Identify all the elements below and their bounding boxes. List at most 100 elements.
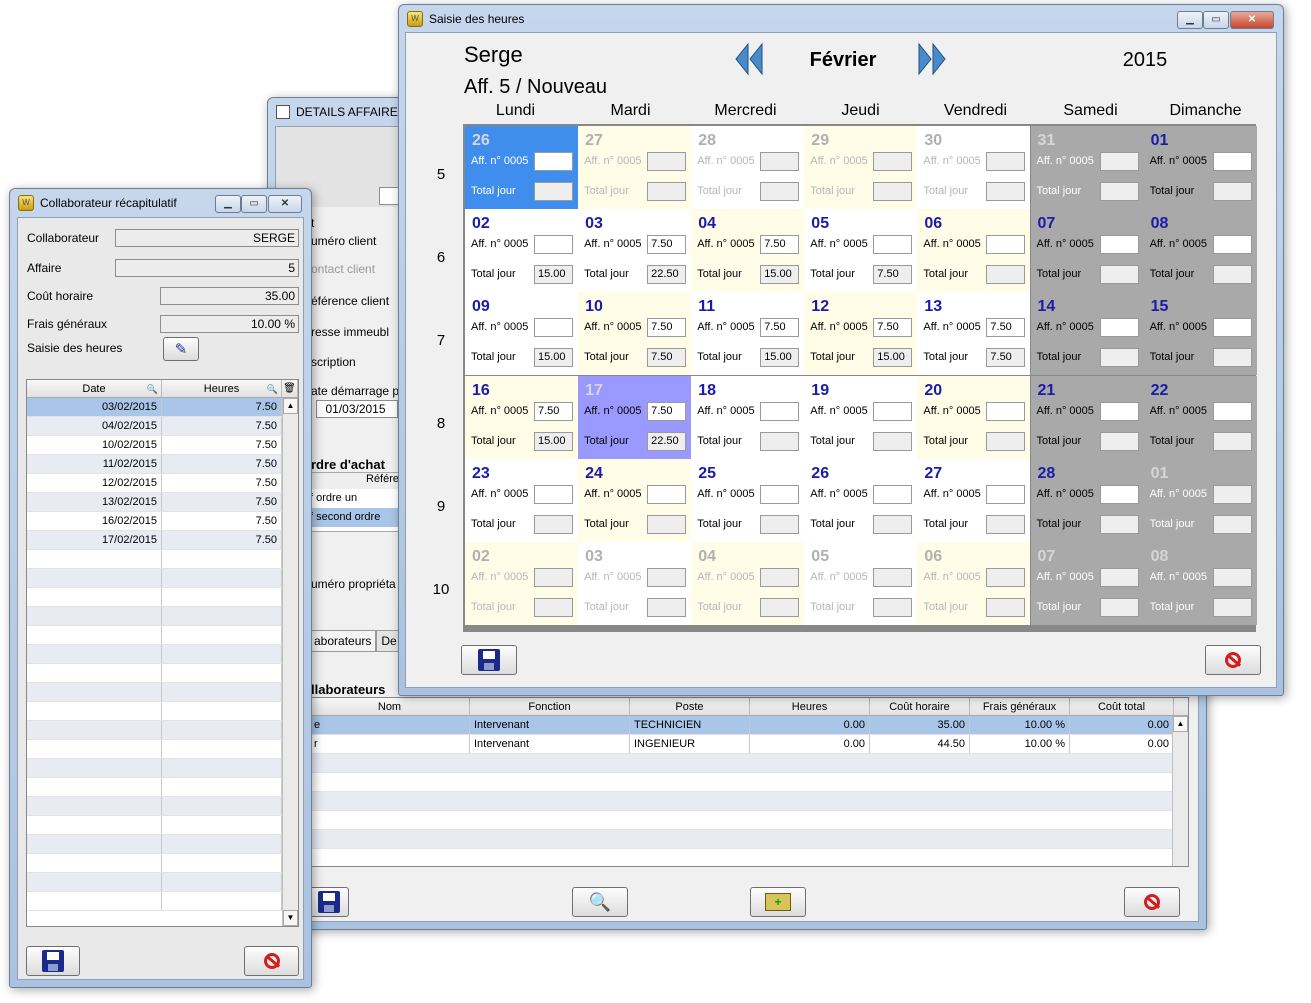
affaire-hours-input[interactable] — [647, 152, 687, 171]
minimize-button[interactable]: ▁ — [1177, 11, 1203, 29]
calendar-day-cell[interactable]: 25 Aff. n° 0005 Total jour — [691, 458, 805, 542]
calendar-day-cell[interactable]: 13 Aff. n° 0005 7.50 Total jour 7.50 — [917, 292, 1031, 376]
calendar-day-cell[interactable]: 23 Aff. n° 0005 Total jour — [465, 458, 578, 542]
calendar-day-cell[interactable]: 24 Aff. n° 0005 Total jour — [578, 458, 692, 542]
affaire-hours-input[interactable] — [1212, 152, 1252, 171]
affaire-hours-input[interactable]: 7.50 — [760, 235, 800, 255]
calendar-day-cell[interactable]: 07 Aff. n° 0005 Total jour — [1030, 209, 1144, 293]
affaire-hours-input[interactable] — [1099, 235, 1139, 255]
table-row[interactable]: 16/02/2015 7.50 — [27, 512, 298, 531]
affaire-hours-input[interactable] — [1212, 401, 1252, 421]
calendar-day-cell[interactable]: 03 Aff. n° 0005 7.50 Total jour 22.50 — [578, 209, 692, 293]
affaire-hours-input[interactable]: 7.50 — [647, 401, 687, 421]
col-nom[interactable]: Nom — [310, 698, 470, 715]
calendar-day-cell[interactable]: 20 Aff. n° 0005 Total jour — [917, 375, 1031, 459]
affaire-hours-input[interactable] — [873, 235, 913, 255]
calendar-day-cell[interactable]: 19 Aff. n° 0005 Total jour — [804, 375, 918, 459]
calendar-day-cell[interactable]: 30 Aff. n° 0005 Total jour — [917, 126, 1031, 209]
calendar-day-cell[interactable]: 12 Aff. n° 0005 7.50 Total jour 15.00 — [804, 292, 918, 376]
table-row[interactable]: 13/02/2015 7.50 — [27, 493, 298, 512]
calendar-day-cell[interactable]: 01 Aff. n° 0005 Total jour — [1143, 126, 1257, 209]
affaire-hours-input[interactable] — [1099, 484, 1139, 504]
calendar-day-cell[interactable]: 02 Aff. n° 0005 Total jour — [465, 542, 578, 625]
maximize-button[interactable]: ▭ — [1203, 11, 1229, 29]
scroll-up-arrow[interactable]: ▲ — [283, 398, 298, 414]
recap-cancel-button[interactable] — [244, 946, 299, 976]
affaire-hours-input[interactable] — [873, 152, 913, 171]
date-demarrage-field[interactable]: 01/03/2015 — [316, 400, 398, 418]
affaire-hours-input[interactable] — [1099, 568, 1139, 587]
table-row[interactable]: e Intervenant TECHNICIEN 0.00 35.00 10.0… — [310, 716, 1188, 735]
affaire-hours-input[interactable] — [647, 484, 687, 504]
calendar-day-cell[interactable]: 04 Aff. n° 0005 7.50 Total jour 15.00 — [691, 209, 805, 293]
calendar-day-cell[interactable]: 08 Aff. n° 0005 Total jour — [1143, 209, 1257, 293]
affaire-hours-input[interactable]: 7.50 — [647, 318, 687, 338]
calendar-day-cell[interactable]: 28 Aff. n° 0005 Total jour — [1030, 458, 1144, 542]
collab-table-scrollbar[interactable]: ▲ — [1172, 716, 1188, 866]
affaire-hours-input[interactable] — [986, 484, 1026, 504]
maximize-button[interactable]: ▭ — [241, 195, 267, 213]
saisie-title-bar[interactable]: W Saisie des heures — [399, 5, 1283, 33]
scroll-up-arrow[interactable]: ▲ — [1173, 716, 1188, 732]
affaire-hours-input[interactable] — [873, 568, 913, 587]
table-row[interactable]: 17/02/2015 7.50 — [27, 531, 298, 550]
search-user-button[interactable]: 🔍 — [572, 887, 628, 917]
col-heures[interactable]: Heures 🔍 — [162, 380, 282, 397]
affaire-hours-input[interactable] — [1099, 152, 1139, 171]
prev-month-button[interactable] — [734, 42, 764, 76]
trash-icon[interactable]: 🗑 — [282, 380, 298, 397]
col-poste[interactable]: Poste — [630, 698, 750, 715]
affaire-hours-input[interactable] — [1212, 318, 1252, 338]
calendar-day-cell[interactable]: 07 Aff. n° 0005 Total jour — [1030, 542, 1144, 625]
affaire-hours-input[interactable] — [873, 484, 913, 504]
calendar-day-cell[interactable]: 29 Aff. n° 0005 Total jour — [804, 126, 918, 209]
calendar-day-cell[interactable]: 21 Aff. n° 0005 Total jour — [1030, 375, 1144, 459]
col-fonction[interactable]: Fonction — [470, 698, 630, 715]
affaire-hours-input[interactable] — [534, 152, 573, 171]
calendar-day-cell[interactable]: 26 Aff. n° 0005 Total jour — [465, 126, 578, 209]
next-month-button[interactable] — [917, 42, 947, 76]
calendar-day-cell[interactable]: 18 Aff. n° 0005 Total jour — [691, 375, 805, 459]
calendar-day-cell[interactable]: 09 Aff. n° 0005 Total jour 15.00 — [465, 292, 578, 376]
tab-collaborateurs[interactable]: aborateurs — [309, 630, 377, 652]
calendar-day-cell[interactable]: 03 Aff. n° 0005 Total jour — [578, 542, 692, 625]
saisie-heures-button[interactable]: ✎ — [163, 337, 199, 361]
calendar-day-cell[interactable]: 26 Aff. n° 0005 Total jour — [804, 458, 918, 542]
affaire-hours-input[interactable]: 7.50 — [873, 318, 913, 338]
col-heures[interactable]: Heures — [750, 698, 870, 715]
table-row[interactable]: 11/02/2015 7.50 — [27, 455, 298, 474]
table-row[interactable]: 03/02/2015 7.50 — [27, 398, 298, 417]
add-folder-button[interactable]: + — [750, 887, 806, 917]
affaire-hours-input[interactable] — [534, 568, 573, 587]
col-cout-horaire[interactable]: Coût horaire — [870, 698, 970, 715]
close-button[interactable]: ✕ — [268, 195, 302, 213]
recap-save-button[interactable] — [26, 946, 80, 976]
affaire-hours-input[interactable] — [986, 568, 1026, 587]
affaire-hours-input[interactable] — [760, 152, 800, 171]
table-row[interactable]: r Intervenant INGENIEUR 0.00 44.50 10.00… — [310, 735, 1188, 754]
calendar-day-cell[interactable]: 27 Aff. n° 0005 Total jour — [917, 458, 1031, 542]
affaire-hours-input[interactable]: 7.50 — [986, 318, 1026, 338]
calendar-day-cell[interactable]: 06 Aff. n° 0005 Total jour — [917, 209, 1031, 293]
calendar-day-cell[interactable]: 04 Aff. n° 0005 Total jour — [691, 542, 805, 625]
affaire-hours-input[interactable] — [1099, 318, 1139, 338]
col-cout-total[interactable]: Coût total — [1070, 698, 1174, 715]
calendar-day-cell[interactable]: 05 Aff. n° 0005 Total jour 7.50 — [804, 209, 918, 293]
calendar-day-cell[interactable]: 31 Aff. n° 0005 Total jour — [1030, 126, 1144, 209]
calendar-day-cell[interactable]: 08 Aff. n° 0005 Total jour — [1143, 542, 1257, 625]
calendar-day-cell[interactable]: 16 Aff. n° 0005 7.50 Total jour 15.00 — [465, 375, 578, 459]
table-row[interactable]: 10/02/2015 7.50 — [27, 436, 298, 455]
affaire-hours-input[interactable] — [534, 318, 573, 338]
scroll-down-arrow[interactable]: ▼ — [283, 910, 298, 926]
recap-scrollbar[interactable]: ▲ ▼ — [282, 398, 298, 926]
calendar-day-cell[interactable]: 10 Aff. n° 0005 7.50 Total jour 7.50 — [578, 292, 692, 376]
calendar-day-cell[interactable]: 22 Aff. n° 0005 Total jour — [1143, 375, 1257, 459]
affaire-hours-input[interactable] — [647, 568, 687, 587]
affaire-hours-input[interactable] — [1212, 235, 1252, 255]
affaire-hours-input[interactable]: 7.50 — [760, 318, 800, 338]
details-cancel-button[interactable] — [1124, 887, 1180, 917]
table-row[interactable]: 04/02/2015 7.50 — [27, 417, 298, 436]
search-icon[interactable]: 🔍 — [267, 380, 278, 398]
saisie-save-button[interactable] — [461, 645, 517, 675]
calendar-day-cell[interactable]: 02 Aff. n° 0005 Total jour 15.00 — [465, 209, 578, 293]
